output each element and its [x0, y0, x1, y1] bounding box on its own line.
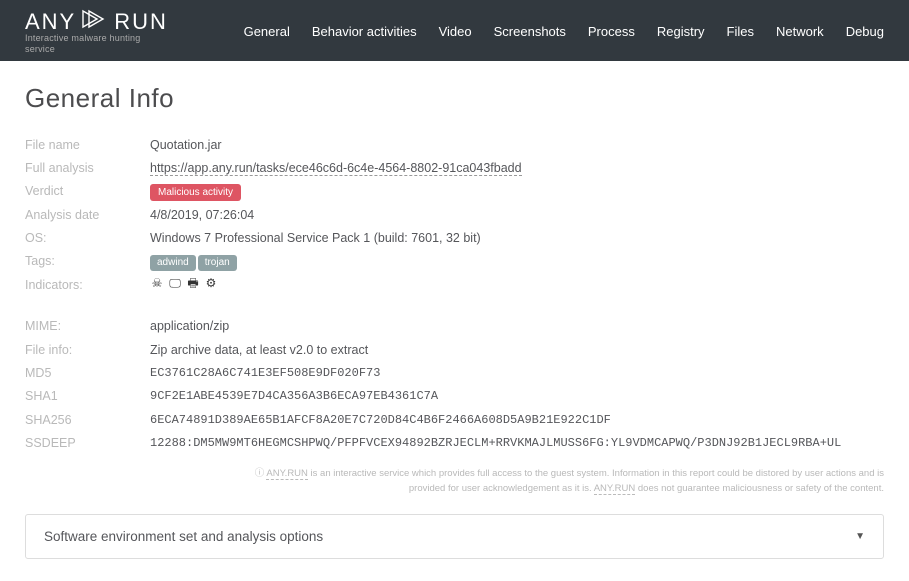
tag-trojan[interactable]: trojan [198, 255, 237, 271]
disclaimer-brand-2: ANY.RUN [594, 483, 636, 495]
play-icon [80, 8, 110, 35]
value-mime: application/zip [150, 317, 229, 336]
label-analysisdate: Analysis date [25, 206, 150, 225]
verdict-badge: Malicious activity [150, 184, 241, 201]
label-fullanalysis: Full analysis [25, 159, 150, 178]
indicator-icon-2: 🖵 [168, 276, 182, 290]
top-nav: General Behavior activities Video Screen… [244, 24, 884, 39]
brand-block: ANY RUN Interactive malware hunting serv… [25, 8, 168, 55]
nav-behavior[interactable]: Behavior activities [312, 24, 417, 39]
nav-files[interactable]: Files [727, 24, 754, 39]
nav-process[interactable]: Process [588, 24, 635, 39]
nav-video[interactable]: Video [439, 24, 472, 39]
label-sha1: SHA1 [25, 387, 150, 406]
brand-tagline: Interactive malware hunting service [25, 33, 155, 55]
disclaimer-post: does not guarantee maliciousness or safe… [635, 483, 884, 494]
brand-any: ANY [25, 9, 76, 35]
nav-general[interactable]: General [244, 24, 290, 39]
label-filename: File name [25, 136, 150, 155]
software-env-collapse[interactable]: Software environment set and analysis op… [25, 514, 884, 559]
chevron-down-icon: ▼ [855, 531, 865, 542]
label-sha256: SHA256 [25, 411, 150, 430]
value-md5: EC3761C28A6C741E3EF508E9DF020F73 [150, 364, 380, 383]
nav-network[interactable]: Network [776, 24, 824, 39]
value-analysisdate: 4/8/2019, 07:26:04 [150, 206, 254, 225]
indicator-icon-4: ⚙ [204, 276, 218, 290]
disclaimer-text: ⓘ ANY.RUN is an interactive service whic… [25, 467, 884, 496]
page-title: General Info [25, 83, 884, 114]
disclaimer-brand-1: ANY.RUN [266, 468, 308, 480]
full-analysis-link[interactable]: https://app.any.run/tasks/ece46c6d-6c4e-… [150, 161, 522, 176]
nav-debug[interactable]: Debug [846, 24, 884, 39]
value-filename: Quotation.jar [150, 136, 222, 155]
nav-registry[interactable]: Registry [657, 24, 705, 39]
label-os: OS: [25, 229, 150, 248]
content-area: General Info File nameQuotation.jar Full… [0, 61, 909, 581]
info-icon: ⓘ [255, 468, 267, 479]
label-tags: Tags: [25, 252, 150, 271]
collapse-title: Software environment set and analysis op… [44, 529, 323, 544]
indicator-icon-3: 🖶 [186, 276, 200, 290]
label-verdict: Verdict [25, 182, 150, 201]
value-fileinfo: Zip archive data, at least v2.0 to extra… [150, 341, 368, 360]
tag-adwind[interactable]: adwind [150, 255, 196, 271]
label-mime: MIME: [25, 317, 150, 336]
value-ssdeep: 12288:DM5MW9MT6HEGMCSHPWQ/PFPFVCEX94892B… [150, 434, 841, 453]
page-header: ANY RUN Interactive malware hunting serv… [0, 0, 909, 61]
brand-run: RUN [114, 9, 168, 35]
value-sha256: 6ECA74891D389AE65B1AFCF8A20E7C720D84C4B6… [150, 411, 611, 430]
value-sha1: 9CF2E1ABE4539E7D4CA356A3B6ECA97EB4361C7A [150, 387, 438, 406]
indicator-icon-1: ☠ [150, 276, 164, 290]
value-os: Windows 7 Professional Service Pack 1 (b… [150, 229, 481, 248]
label-fileinfo: File info: [25, 341, 150, 360]
label-indicators: Indicators: [25, 276, 150, 295]
nav-screenshots[interactable]: Screenshots [494, 24, 566, 39]
indicators-icons: ☠ 🖵 🖶 ⚙ [150, 276, 218, 295]
label-md5: MD5 [25, 364, 150, 383]
label-ssdeep: SSDEEP [25, 434, 150, 453]
